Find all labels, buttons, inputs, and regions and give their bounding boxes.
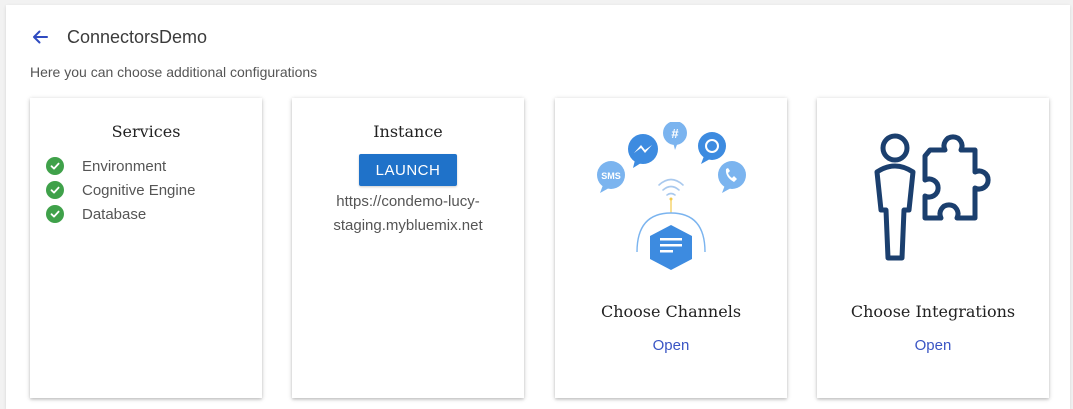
instance-url-line1: https://condemo-lucy- [336,193,480,210]
service-item-database: Database [46,202,195,226]
hashtag-icon: # [663,122,687,150]
channels-title: Choose Channels [600,302,742,321]
page: ConnectorsDemo Here you can choose addit… [6,5,1070,409]
puzzle-piece-icon [922,134,991,221]
channels-illustration: SMS # [597,122,746,270]
page-subtitle: Here you can choose additional configura… [30,64,318,80]
check-circle-icon [46,157,64,175]
services-title: Services [111,122,181,141]
services-card: Services Environment Cognitive Engine Da… [30,98,262,398]
sms-icon: SMS [597,161,625,193]
check-circle-icon [46,181,64,199]
messenger-icon [628,134,658,168]
signal-icon [658,178,684,196]
integrations-illustration [874,133,991,261]
check-circle-icon [46,205,64,223]
open-integrations-link[interactable]: Open [817,337,1049,354]
instance-url-line2: staging.mybluemix.net [333,217,483,234]
svg-text:SMS: SMS [601,171,621,181]
service-item-environment: Environment [46,154,195,178]
person-icon [874,133,916,261]
service-label: Database [82,205,147,223]
page-title: ConnectorsDemo [67,27,208,47]
service-label: Cognitive Engine [82,181,196,199]
instance-card: Instance LAUNCH https://condemo-lucy- st… [292,98,524,398]
service-item-cognitive-engine: Cognitive Engine [46,178,195,202]
integrations-title: Choose Integrations [850,302,1016,321]
launch-button[interactable]: LAUNCH [359,154,457,186]
service-label: Environment [82,157,167,175]
integrations-card: Choose Integrations Open [817,98,1049,398]
phone-icon [718,161,746,193]
instance-title: Instance [373,122,443,141]
message-hexagon-icon [650,225,692,270]
chat-bubble-icon [698,132,726,164]
channels-card: SMS # Choose Channels Open [555,98,787,398]
open-channels-link[interactable]: Open [555,337,787,354]
svg-text:#: # [671,126,679,141]
back-arrow-icon[interactable] [30,27,50,47]
services-list: Environment Cognitive Engine Database [46,154,195,226]
instance-url: https://condemo-lucy- staging.mybluemix.… [302,190,514,238]
